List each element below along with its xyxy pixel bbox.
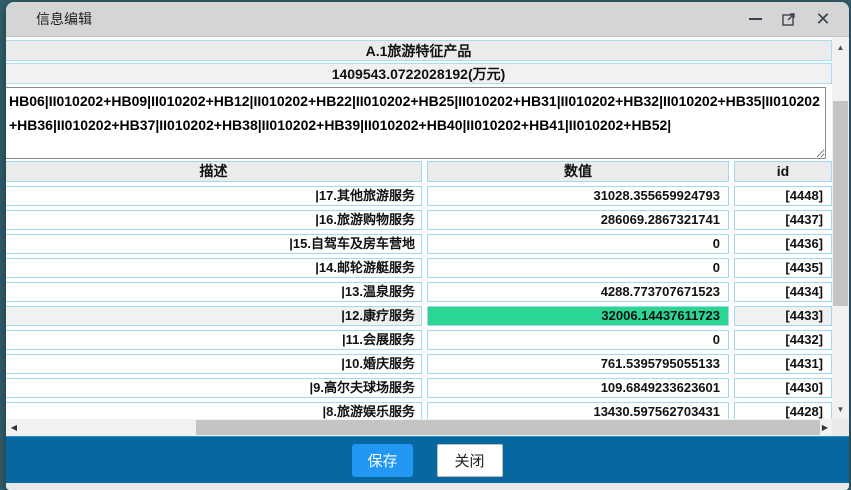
row-description-cell: |12.康疗服务 bbox=[6, 306, 422, 326]
table-row: |17.其他旅游服务31028.355659924793[4448] bbox=[6, 186, 832, 206]
table-row: |15.自驾车及房车营地0[4436] bbox=[6, 234, 832, 254]
row-id-cell: [4434] bbox=[734, 282, 832, 302]
formula-textarea[interactable] bbox=[6, 87, 826, 159]
close-icon: ✕ bbox=[815, 10, 830, 28]
row-description-cell: |11.会展服务 bbox=[6, 330, 422, 350]
row-description-cell: |17.其他旅游服务 bbox=[6, 186, 422, 206]
expand-icon bbox=[781, 11, 797, 27]
dialog-content: A.1旅游特征产品 1409543.0722028192(万元) 描述 数值 i… bbox=[6, 37, 849, 436]
save-button[interactable]: 保存 bbox=[352, 444, 412, 477]
horizontal-scroll-thumb[interactable] bbox=[196, 420, 820, 435]
dialog-titlebar[interactable]: 信息编辑 ✕ bbox=[6, 2, 849, 37]
minimize-icon bbox=[749, 18, 762, 20]
row-id-cell: [4433] bbox=[734, 306, 832, 326]
dialog-bottom-edge bbox=[6, 483, 849, 490]
row-id-cell: [4437] bbox=[734, 210, 832, 230]
scroll-right-icon[interactable]: ▶ bbox=[818, 419, 832, 436]
row-id-cell: [4428] bbox=[734, 402, 832, 419]
row-id-cell: [4435] bbox=[734, 258, 832, 278]
dialog-title: 信息编辑 bbox=[36, 9, 92, 29]
table-row: |16.旅游购物服务286069.2867321741[4437] bbox=[6, 210, 832, 230]
close-dialog-button[interactable]: 关闭 bbox=[437, 444, 503, 477]
row-id-cell: [4436] bbox=[734, 234, 832, 254]
category-header: A.1旅游特征产品 bbox=[6, 40, 832, 61]
row-description-cell: |8.旅游娱乐服务 bbox=[6, 402, 422, 419]
row-id-cell: [4448] bbox=[734, 186, 832, 206]
scroll-down-icon[interactable]: ▼ bbox=[832, 401, 849, 417]
scroll-left-icon[interactable]: ◀ bbox=[7, 419, 21, 436]
scroll-viewport: A.1旅游特征产品 1409543.0722028192(万元) 描述 数值 i… bbox=[6, 37, 832, 419]
column-header-id[interactable]: id bbox=[734, 161, 832, 182]
table-row: |9.高尔夫球场服务109.6849233623601[4430] bbox=[6, 378, 832, 398]
row-value-cell[interactable]: 0 bbox=[427, 234, 729, 254]
edit-dialog: 信息编辑 ✕ A.1旅游特征产品 1409543.0722028192(万元) bbox=[6, 2, 849, 490]
scrollbar-corner bbox=[832, 419, 849, 436]
window-controls: ✕ bbox=[745, 9, 833, 29]
vertical-scrollbar[interactable]: ▲ ▼ bbox=[832, 37, 849, 419]
table-row: |14.邮轮游艇服务0[4435] bbox=[6, 258, 832, 278]
row-id-cell: [4432] bbox=[734, 330, 832, 350]
row-value-cell[interactable]: 31028.355659924793 bbox=[427, 186, 729, 206]
row-value-cell[interactable]: 32006.14437611723 bbox=[427, 306, 729, 326]
maximize-button[interactable] bbox=[779, 9, 799, 29]
row-value-cell[interactable]: 0 bbox=[427, 258, 729, 278]
table-row: |12.康疗服务32006.14437611723[4433] bbox=[6, 306, 832, 326]
row-description-cell: |13.温泉服务 bbox=[6, 282, 422, 302]
row-value-cell[interactable]: 286069.2867321741 bbox=[427, 210, 729, 230]
row-description-cell: |15.自驾车及房车营地 bbox=[6, 234, 422, 254]
row-id-cell: [4431] bbox=[734, 354, 832, 374]
total-value: 1409543.0722028192(万元) bbox=[6, 63, 832, 84]
table-row: |11.会展服务0[4432] bbox=[6, 330, 832, 350]
row-value-cell[interactable]: 13430.597562703431 bbox=[427, 402, 729, 419]
row-id-cell: [4430] bbox=[734, 378, 832, 398]
row-value-cell[interactable]: 109.6849233623601 bbox=[427, 378, 729, 398]
row-description-cell: |9.高尔夫球场服务 bbox=[6, 378, 422, 398]
grid-body: |17.其他旅游服务31028.355659924793[4448] |16.旅游… bbox=[6, 186, 832, 419]
column-header-value[interactable]: 数值 bbox=[427, 161, 729, 182]
grid-header-row: 描述 数值 id bbox=[6, 161, 832, 182]
close-button[interactable]: ✕ bbox=[813, 9, 833, 29]
row-description-cell: |16.旅游购物服务 bbox=[6, 210, 422, 230]
scroll-up-icon[interactable]: ▲ bbox=[832, 39, 849, 55]
column-header-desc[interactable]: 描述 bbox=[6, 161, 422, 182]
row-value-cell[interactable]: 4288.773707671523 bbox=[427, 282, 729, 302]
table-row: |10.婚庆服务761.5395795055133[4431] bbox=[6, 354, 832, 374]
table-row: |8.旅游娱乐服务 13430.597562703431 [4428] bbox=[6, 402, 832, 419]
minimize-button[interactable] bbox=[745, 9, 765, 29]
horizontal-scrollbar[interactable]: ◀ ▶ bbox=[6, 419, 832, 436]
row-value-cell[interactable]: 761.5395795055133 bbox=[427, 354, 729, 374]
row-value-cell[interactable]: 0 bbox=[427, 330, 729, 350]
data-grid: 描述 数值 id |17.其他旅游服务31028.355659924793[44… bbox=[6, 161, 832, 419]
row-description-cell: |14.邮轮游艇服务 bbox=[6, 258, 422, 278]
dialog-footer: 保存 关闭 bbox=[6, 436, 849, 483]
row-description-cell: |10.婚庆服务 bbox=[6, 354, 422, 374]
vertical-scroll-thumb[interactable] bbox=[833, 101, 848, 306]
table-row: |13.温泉服务4288.773707671523[4434] bbox=[6, 282, 832, 302]
